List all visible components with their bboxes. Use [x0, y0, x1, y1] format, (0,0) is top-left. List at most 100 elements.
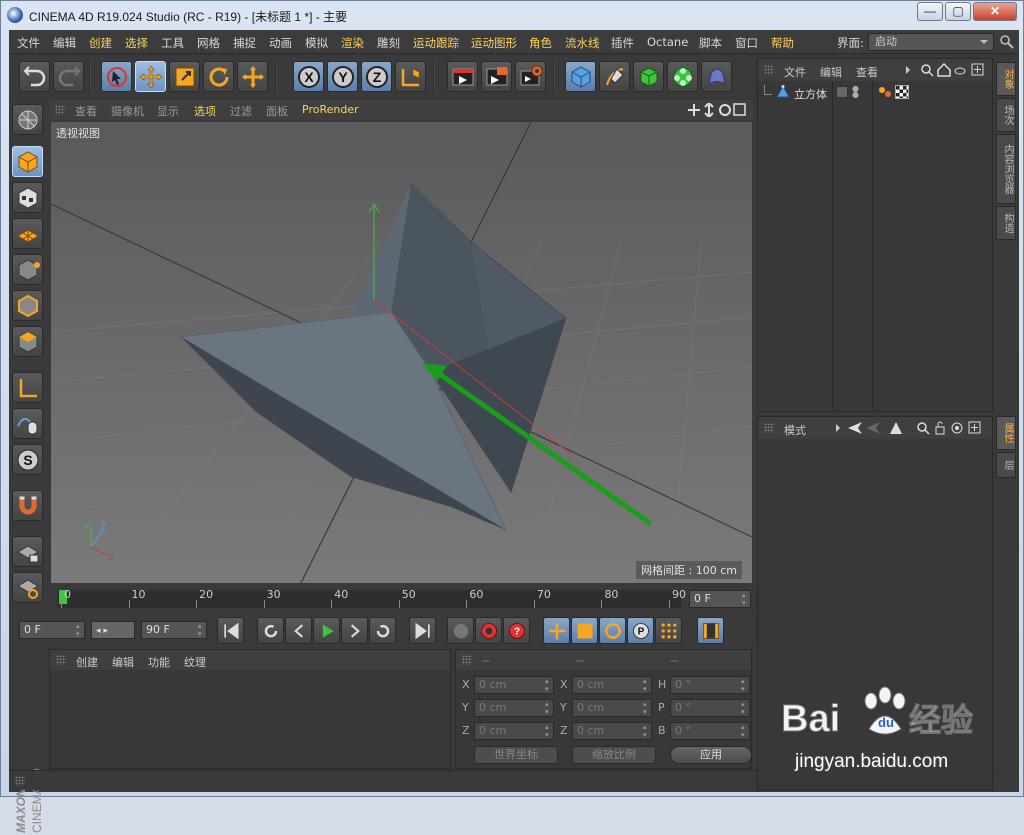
- z-axis-icon[interactable]: Z: [361, 61, 392, 92]
- go-to-start-icon[interactable]: [217, 617, 244, 644]
- next-keyframe-icon[interactable]: [369, 617, 396, 644]
- phong-tag-icon[interactable]: [878, 85, 892, 99]
- panel-grip-icon[interactable]: [55, 105, 65, 115]
- perspective-viewport[interactable]: Y Z X 透视视图 网格间距 : 100 cm: [51, 122, 752, 583]
- material-menu-create[interactable]: 创建: [76, 654, 98, 670]
- panel-grip-icon[interactable]: [764, 65, 774, 75]
- object-name[interactable]: 立方体: [794, 86, 827, 102]
- snap-icon[interactable]: S: [12, 444, 43, 475]
- menu-create[interactable]: 创建: [89, 35, 112, 51]
- render-view-icon[interactable]: [447, 61, 478, 92]
- menu-sculpt[interactable]: 雕刻: [377, 35, 400, 51]
- x-axis-icon[interactable]: X: [293, 61, 324, 92]
- workplane-rotate-icon[interactable]: [12, 572, 43, 603]
- move-icon[interactable]: [135, 61, 166, 92]
- menu-pipeline[interactable]: 流水线: [565, 35, 600, 51]
- scale-mode-select[interactable]: 缩放比例: [572, 746, 656, 764]
- attribute-menu-mode[interactable]: 模式: [784, 422, 806, 438]
- render-settings-icon[interactable]: [515, 61, 546, 92]
- autokey-icon[interactable]: [475, 617, 502, 644]
- object-manager-panel[interactable]: 文件 编辑 查看 立方体 ● ●: [757, 58, 993, 412]
- record-keyframe-icon[interactable]: [447, 617, 474, 644]
- minimize-button[interactable]: —: [917, 2, 943, 21]
- go-to-end-icon[interactable]: [409, 617, 436, 644]
- panel-grip-icon[interactable]: [15, 776, 25, 786]
- tab-content-browser[interactable]: 内容浏览器: [996, 134, 1016, 204]
- panel-grip-icon[interactable]: [56, 655, 66, 665]
- y-axis-icon[interactable]: Y: [327, 61, 358, 92]
- coordinate-system-icon[interactable]: [395, 61, 426, 92]
- pos-x-field[interactable]: 0 cm: [474, 676, 554, 694]
- menu-select[interactable]: 选择: [125, 35, 148, 51]
- menu-octane[interactable]: Octane: [647, 35, 688, 49]
- workplane-lock-icon[interactable]: [12, 536, 43, 567]
- next-frame-icon[interactable]: [341, 617, 368, 644]
- menu-help[interactable]: 帮助: [771, 35, 794, 51]
- viewport-menu-cameras[interactable]: 摄像机: [111, 103, 144, 119]
- render-picture-viewer-icon[interactable]: [481, 61, 512, 92]
- current-frame-field[interactable]: 0 F: [689, 590, 751, 608]
- tab-objects[interactable]: 对象: [996, 62, 1016, 96]
- tab-takes[interactable]: 场次: [996, 98, 1016, 132]
- viewport-menu-filter[interactable]: 过滤: [230, 103, 252, 119]
- scale-key-icon[interactable]: [571, 617, 598, 644]
- start-frame-field[interactable]: 0 F: [19, 621, 85, 639]
- material-menu-function[interactable]: 功能: [148, 654, 170, 670]
- menu-tools[interactable]: 工具: [161, 35, 184, 51]
- subdivision-icon[interactable]: [633, 61, 664, 92]
- material-manager-panel[interactable]: 创建 编辑 功能 纹理: [49, 649, 451, 769]
- rotate-icon[interactable]: [203, 61, 234, 92]
- live-select-icon[interactable]: [101, 61, 132, 92]
- object-menu-view[interactable]: 查看: [856, 64, 878, 80]
- menu-script[interactable]: 脚本: [699, 35, 722, 51]
- undo-icon[interactable]: [19, 61, 50, 92]
- coordinate-mode-select[interactable]: 世界坐标: [474, 746, 558, 764]
- rot-b-field[interactable]: 0 °: [670, 722, 750, 740]
- timeline-window-icon[interactable]: [697, 617, 724, 644]
- menu-file[interactable]: 文件: [17, 35, 40, 51]
- magnet-icon[interactable]: [12, 490, 43, 521]
- size-x-field[interactable]: 0 cm: [572, 676, 652, 694]
- menu-window[interactable]: 窗口: [735, 35, 758, 51]
- viewport-menu-options[interactable]: 选项: [194, 103, 216, 119]
- viewport-menu-panel[interactable]: 面板: [266, 103, 288, 119]
- object-menu-file[interactable]: 文件: [784, 64, 806, 80]
- pen-icon[interactable]: [599, 61, 630, 92]
- end-frame-field[interactable]: 90 F: [141, 621, 207, 639]
- attribute-manager-tool-icons[interactable]: [834, 421, 990, 435]
- maximize-button[interactable]: ▢: [945, 2, 971, 21]
- object-menu-edit[interactable]: 编辑: [820, 64, 842, 80]
- close-button[interactable]: ✕: [973, 2, 1017, 21]
- panel-grip-icon[interactable]: [764, 423, 774, 433]
- points-mode-icon[interactable]: [12, 254, 43, 285]
- menu-snap[interactable]: 捕捉: [233, 35, 256, 51]
- menu-mograph[interactable]: 运动图形: [471, 35, 517, 51]
- edges-mode-icon[interactable]: [12, 290, 43, 321]
- scale-icon[interactable]: [169, 61, 200, 92]
- material-menu-edit[interactable]: 编辑: [112, 654, 134, 670]
- viewport-nav-icons[interactable]: [687, 101, 747, 119]
- menu-character[interactable]: 角色: [529, 35, 552, 51]
- size-y-field[interactable]: 0 cm: [572, 699, 652, 717]
- workplane-mode-icon[interactable]: [12, 218, 43, 249]
- menu-simulate[interactable]: 模拟: [305, 35, 328, 51]
- model-mode-icon[interactable]: [12, 146, 43, 177]
- visibility-dots-icon[interactable]: ● ●: [852, 85, 859, 99]
- viewport-menu-view[interactable]: 查看: [75, 103, 97, 119]
- redo-icon[interactable]: [53, 61, 84, 92]
- apply-button[interactable]: 应用: [670, 746, 752, 764]
- menu-plugins[interactable]: 插件: [611, 35, 634, 51]
- viewport-menu-prorender[interactable]: ProRender: [302, 103, 359, 116]
- material-menu-texture[interactable]: 纹理: [184, 654, 206, 670]
- material-tag-icon[interactable]: [895, 85, 909, 99]
- make-editable-icon[interactable]: [12, 104, 43, 135]
- axis-mode-icon[interactable]: [12, 372, 43, 403]
- tweak-mode-icon[interactable]: [12, 408, 43, 439]
- menu-mesh[interactable]: 网格: [197, 35, 220, 51]
- viewport-menu-display[interactable]: 显示: [157, 103, 179, 119]
- recent-tool-icon[interactable]: [237, 61, 268, 92]
- rot-h-field[interactable]: 0 °: [670, 676, 750, 694]
- rotation-key-icon[interactable]: [599, 617, 626, 644]
- tab-structure[interactable]: 构造: [996, 206, 1016, 240]
- previous-keyframe-icon[interactable]: [257, 617, 284, 644]
